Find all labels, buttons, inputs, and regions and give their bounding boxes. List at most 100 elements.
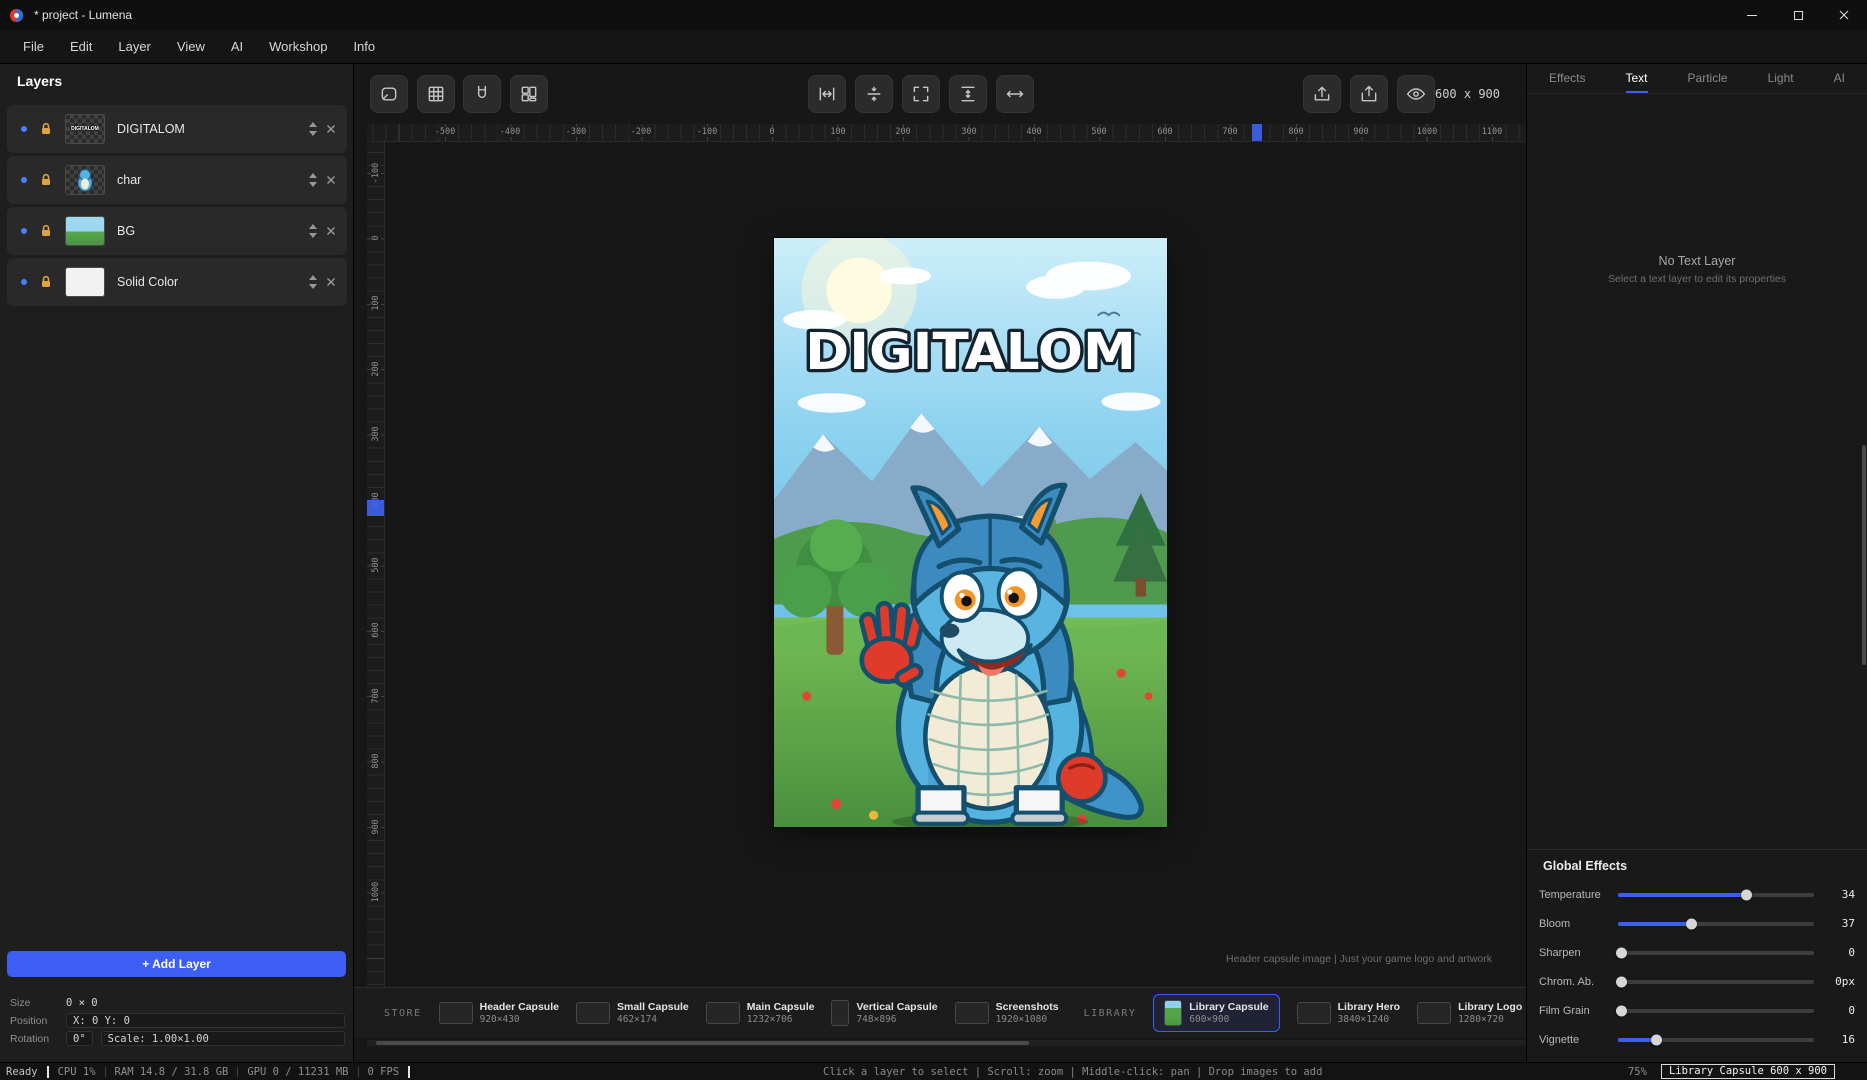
visibility-dot-icon[interactable] <box>21 279 27 285</box>
move-layer-down-icon[interactable] <box>309 233 317 238</box>
layer-row-char[interactable]: char <box>7 156 347 204</box>
distribute-horizontal-icon <box>1005 84 1025 104</box>
bloom-slider[interactable] <box>1618 922 1814 926</box>
lock-icon[interactable] <box>39 122 53 136</box>
move-layer-up-icon[interactable] <box>309 224 317 229</box>
menu-layer[interactable]: Layer <box>105 30 164 63</box>
close-button[interactable] <box>1821 0 1867 30</box>
tab-effects[interactable]: Effects <box>1549 64 1585 93</box>
fit-screen-button[interactable] <box>902 75 940 113</box>
thumbnail-logo-text: DIGITALOM <box>71 126 99 132</box>
rounded-rect-tool-button[interactable] <box>370 75 408 113</box>
layer-row-digitalom[interactable]: DIGITALOM DIGITALOM <box>7 105 347 153</box>
status-bar: Ready CPU 1% RAM 14.8 / 31.8 GB GPU 0 / … <box>0 1062 1867 1080</box>
ruler-tick-label: 100 <box>371 293 381 312</box>
canvas-area[interactable]: 600 x 900 -500 -400 -300 -200 -100 0 100… <box>354 64 1526 1062</box>
ruler-tick-label: 600 <box>371 620 381 639</box>
layer-row-solid-color[interactable]: Solid Color <box>7 258 347 306</box>
capsule-vertical[interactable]: Vertical Capsule 748×896 <box>831 1000 937 1026</box>
film-grain-slider[interactable] <box>1618 1009 1814 1013</box>
capsule-library-hero[interactable]: Library Hero 3840×1240 <box>1297 1001 1400 1025</box>
vignette-slider[interactable] <box>1618 1038 1814 1042</box>
right-panel-scrollbar[interactable] <box>1862 445 1866 665</box>
menu-workshop[interactable]: Workshop <box>256 30 340 63</box>
distribute-vertical-button[interactable] <box>949 75 987 113</box>
layer-row-bg[interactable]: BG <box>7 207 347 255</box>
canvas-artwork[interactable]: DIGITALOM <box>774 238 1167 827</box>
move-layer-down-icon[interactable] <box>309 284 317 289</box>
capsule-library-logo[interactable]: Library Logo 1280×720 <box>1417 1001 1522 1025</box>
layout-button[interactable] <box>510 75 548 113</box>
import-button[interactable] <box>1350 75 1388 113</box>
tab-light[interactable]: Light <box>1768 64 1794 93</box>
ruler-tick-label: 400 <box>1024 127 1043 137</box>
fit-screen-icon <box>911 84 931 104</box>
sharpen-slider[interactable] <box>1618 951 1814 955</box>
tab-text[interactable]: Text <box>1626 64 1648 93</box>
visibility-dot-icon[interactable] <box>21 126 27 132</box>
slider-thumb[interactable] <box>1651 1034 1662 1045</box>
distribute-horizontal-button[interactable] <box>996 75 1034 113</box>
layer-thumbnail <box>65 267 105 297</box>
tab-ai[interactable]: AI <box>1834 64 1845 93</box>
visibility-dot-icon[interactable] <box>21 228 27 234</box>
visibility-dot-icon[interactable] <box>21 177 27 183</box>
chromatic-aberration-slider[interactable] <box>1618 980 1814 984</box>
align-horizontal-button[interactable] <box>808 75 846 113</box>
position-field[interactable]: X: 0 Y: 0 <box>66 1013 345 1028</box>
capsule-main[interactable]: Main Capsule 1232×706 <box>706 1001 815 1025</box>
horizontal-ruler[interactable]: -500 -400 -300 -200 -100 0 100 200 300 4… <box>367 124 1526 142</box>
delete-layer-icon[interactable] <box>326 175 336 185</box>
align-vertical-center-button[interactable] <box>855 75 893 113</box>
slider-thumb[interactable] <box>1686 918 1697 929</box>
menu-file[interactable]: File <box>10 30 57 63</box>
size-info-row: Size 0 × 0 <box>10 995 345 1010</box>
temperature-slider[interactable] <box>1618 893 1814 897</box>
snap-toggle-button[interactable] <box>463 75 501 113</box>
capsule-screenshots[interactable]: Screenshots 1920×1080 <box>955 1001 1059 1025</box>
layers-panel: Layers DIGITALOM DIGITALOM char <box>0 64 354 1062</box>
menu-view[interactable]: View <box>164 30 218 63</box>
position-info-row: Position X: 0 Y: 0 <box>10 1013 345 1028</box>
capsule-small[interactable]: Small Capsule 462×174 <box>576 1001 689 1025</box>
ruler-tick-label: 300 <box>959 127 978 137</box>
maximize-button[interactable] <box>1775 0 1821 30</box>
slider-thumb[interactable] <box>1616 976 1627 987</box>
move-layer-up-icon[interactable] <box>309 275 317 280</box>
grid-toggle-button[interactable] <box>417 75 455 113</box>
menu-ai[interactable]: AI <box>218 30 256 63</box>
move-layer-up-icon[interactable] <box>309 122 317 127</box>
add-layer-button[interactable]: + Add Layer <box>7 951 346 977</box>
slider-value: 37 <box>1819 917 1855 930</box>
ruler-tick-label: -200 <box>629 127 653 137</box>
move-layer-up-icon[interactable] <box>309 173 317 178</box>
delete-layer-icon[interactable] <box>326 124 336 134</box>
capsule-header[interactable]: Header Capsule 920×430 <box>439 1001 559 1025</box>
delete-layer-icon[interactable] <box>326 277 336 287</box>
capsule-bar: STORE Header Capsule 920×430 Small Capsu… <box>354 987 1526 1038</box>
tab-particle[interactable]: Particle <box>1688 64 1728 93</box>
slider-thumb[interactable] <box>1741 889 1752 900</box>
capsule-scrollbar[interactable] <box>367 1040 1526 1046</box>
ruler-tick-label: 0 <box>767 127 776 137</box>
rotation-field[interactable]: 0° <box>66 1031 93 1046</box>
menu-edit[interactable]: Edit <box>57 30 105 63</box>
move-layer-down-icon[interactable] <box>309 182 317 187</box>
minimize-button[interactable] <box>1729 0 1775 30</box>
capsule-scrollbar-thumb[interactable] <box>376 1041 1029 1045</box>
preview-button[interactable] <box>1397 75 1435 113</box>
lock-icon[interactable] <box>39 224 53 238</box>
export-button[interactable] <box>1303 75 1341 113</box>
scale-field[interactable]: Scale: 1.00×1.00 <box>101 1031 345 1046</box>
capsule-library-capsule[interactable]: Library Capsule 600×900 <box>1153 994 1279 1032</box>
vertical-ruler[interactable]: -100 0 100 200 300 400 500 600 700 800 9… <box>367 142 385 987</box>
menu-info[interactable]: Info <box>340 30 388 63</box>
lock-icon[interactable] <box>39 275 53 289</box>
slider-thumb[interactable] <box>1616 1005 1627 1016</box>
move-layer-down-icon[interactable] <box>309 131 317 136</box>
slider-thumb[interactable] <box>1616 947 1627 958</box>
layer-name: BG <box>117 224 135 238</box>
current-capsule-chip[interactable]: Library Capsule 600 x 900 <box>1661 1064 1835 1079</box>
delete-layer-icon[interactable] <box>326 226 336 236</box>
lock-icon[interactable] <box>39 173 53 187</box>
